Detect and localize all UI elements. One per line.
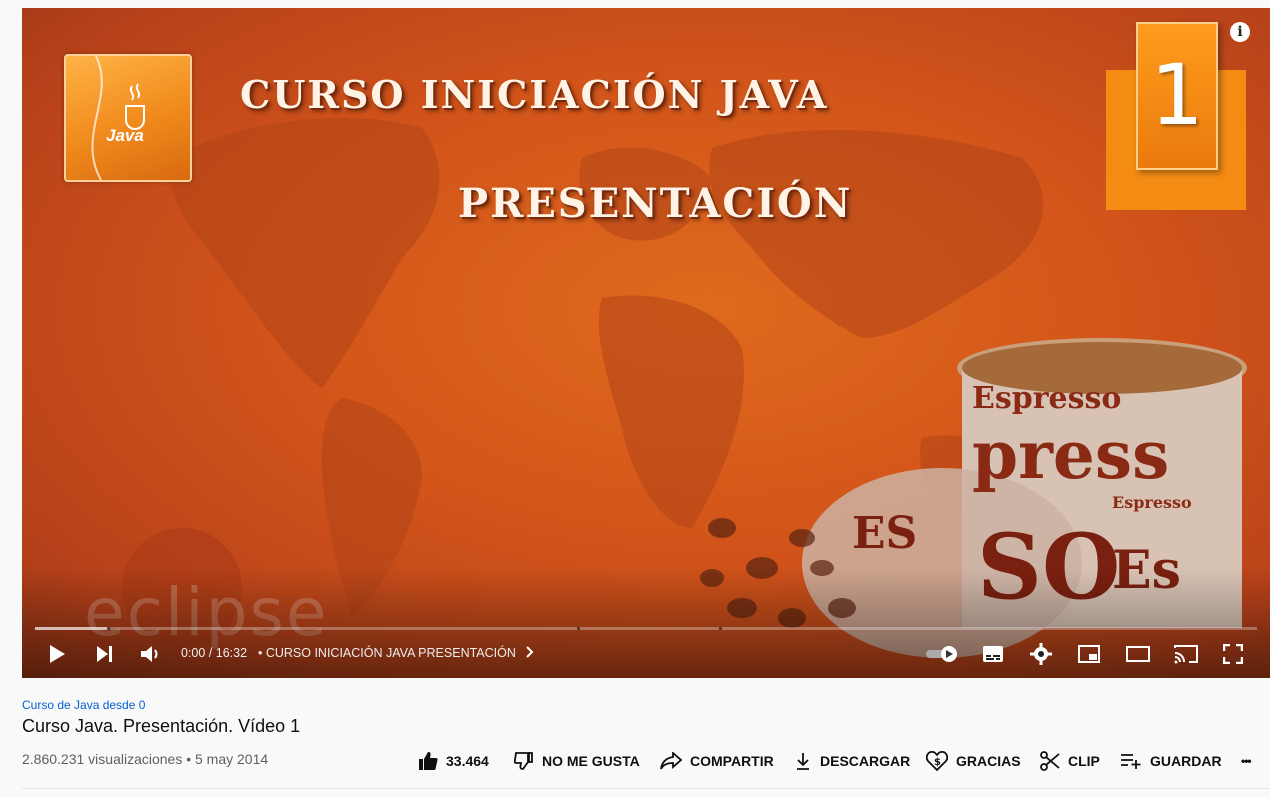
dislike-label: NO ME GUSTA: [542, 753, 640, 769]
video-player[interactable]: Espresso press SO Es Espresso ES Java CU…: [22, 8, 1270, 678]
svg-text:press: press: [972, 416, 1169, 494]
chapter-marker: [719, 627, 722, 630]
volume-button[interactable]: [138, 638, 164, 670]
settings-button[interactable]: [1028, 638, 1054, 670]
chapter-marker: [107, 627, 110, 630]
chapter-title[interactable]: • CURSO INICIACIÓN JAVA PRESENTACIÓN: [258, 646, 535, 660]
clip-button[interactable]: CLIP: [1040, 748, 1100, 774]
add-to-playlist-icon: [1121, 754, 1141, 769]
download-button[interactable]: DESCARGAR: [794, 748, 910, 774]
episode-number: 1: [1150, 46, 1204, 144]
download-icon: [797, 753, 809, 770]
theater-button[interactable]: [1124, 638, 1152, 670]
miniplayer-icon: [1078, 645, 1100, 663]
play-button[interactable]: [44, 638, 70, 670]
svg-text:Espresso: Espresso: [972, 381, 1121, 416]
play-icon: [50, 645, 65, 663]
cast-icon: [1174, 645, 1198, 664]
more-actions-button[interactable]: •••: [1241, 748, 1252, 774]
dislike-button[interactable]: NO ME GUSTA: [514, 748, 640, 774]
download-label: DESCARGAR: [820, 753, 911, 769]
theater-icon: [1126, 646, 1150, 662]
svg-text:$: $: [934, 757, 941, 768]
next-button[interactable]: [92, 638, 118, 670]
divider: [22, 788, 1270, 789]
miniplayer-button[interactable]: [1076, 638, 1102, 670]
next-icon: [97, 646, 112, 662]
chapter-label: • CURSO INICIACIÓN JAVA PRESENTACIÓN: [258, 646, 516, 660]
share-icon: [660, 752, 682, 770]
slide-title-line1: CURSO INICIACIÓN JAVA: [240, 72, 829, 117]
subtitles-icon: [983, 646, 1003, 662]
subtitles-button[interactable]: [980, 638, 1006, 670]
thanks-button[interactable]: $ GRACIAS: [926, 748, 1021, 774]
scissors-icon: [1040, 751, 1060, 771]
save-label: GUARDAR: [1150, 753, 1222, 769]
settings-gear-icon: [1030, 643, 1052, 665]
autoplay-toggle[interactable]: [924, 638, 962, 670]
java-logo: Java: [64, 54, 192, 182]
progress-loaded: [35, 627, 109, 630]
share-label: COMPARTIR: [690, 753, 774, 769]
thumbs-down-icon: [514, 752, 533, 770]
slide-title-line2: PRESENTACIÓN: [458, 180, 853, 227]
svg-text:Espresso: Espresso: [1112, 493, 1192, 512]
autoplay-toggle-icon: [926, 646, 957, 662]
thumbs-up-icon: [419, 752, 438, 770]
player-controls: 0:00 / 16:32 • CURSO INICIACIÓN JAVA PRE…: [22, 638, 1270, 670]
save-button[interactable]: GUARDAR: [1120, 748, 1222, 774]
like-button[interactable]: 33.464: [418, 748, 489, 774]
java-logo-text: Java: [106, 126, 144, 145]
chevron-right-icon: [526, 646, 534, 658]
views-and-date: 2.860.231 visualizaciones • 5 may 2014: [22, 751, 269, 767]
playlist-link[interactable]: Curso de Java desde 0: [22, 698, 145, 712]
share-button[interactable]: COMPARTIR: [660, 748, 774, 774]
fullscreen-icon: [1223, 644, 1243, 664]
episode-badge: 1: [1136, 22, 1218, 170]
fullscreen-button[interactable]: [1220, 638, 1246, 670]
svg-text:ES: ES: [852, 508, 917, 559]
more-icon: •••: [1241, 754, 1252, 768]
thanks-label: GRACIAS: [956, 753, 1021, 769]
clip-label: CLIP: [1068, 753, 1100, 769]
chapter-marker: [577, 627, 580, 630]
info-icon[interactable]: i: [1230, 22, 1250, 42]
progress-bar[interactable]: [35, 627, 1257, 630]
volume-icon: [141, 646, 158, 662]
super-thanks-icon: $: [926, 751, 948, 772]
cast-button[interactable]: [1172, 638, 1200, 670]
like-count: 33.464: [446, 753, 489, 769]
time-display: 0:00 / 16:32: [181, 646, 248, 660]
video-title: Curso Java. Presentación. Vídeo 1: [22, 716, 301, 736]
